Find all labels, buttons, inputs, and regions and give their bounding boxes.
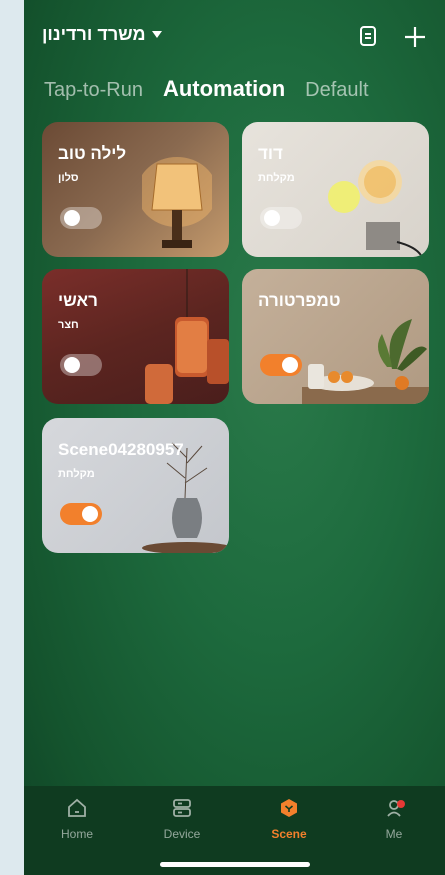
pendant-lamps-image — [145, 269, 229, 404]
tab-tap-to-run[interactable]: Tap-to-Run — [44, 79, 143, 102]
scene-room: סלון — [58, 172, 79, 184]
home-indicator — [160, 862, 310, 867]
scene-toggle[interactable] — [60, 207, 102, 229]
notification-dot — [397, 800, 405, 808]
scene-room: חצר — [58, 319, 79, 331]
scene-title: Scene04280957 — [58, 440, 184, 459]
top-bar: משרד ורדינון — [24, 20, 445, 54]
document-icon[interactable] — [356, 24, 382, 50]
scene-card[interactable]: ראשי חצר — [42, 269, 229, 404]
scene-icon — [281, 799, 297, 817]
home-icon — [68, 798, 86, 817]
nav-label: Device — [163, 827, 201, 841]
scene-toggle[interactable] — [260, 354, 302, 376]
scene-toggle[interactable] — [60, 354, 102, 376]
scene-tabs: Tap-to-Run Automation Default — [44, 76, 369, 102]
toggle-knob — [82, 506, 98, 522]
tab-default[interactable]: Default — [305, 79, 368, 102]
scene-title: דוד — [258, 144, 283, 163]
scene-toggle[interactable] — [60, 503, 102, 525]
nav-home[interactable]: Home — [37, 796, 117, 841]
bulb-image — [328, 160, 422, 257]
nav-scene[interactable]: Scene — [249, 796, 329, 841]
tab-automation[interactable]: Automation — [163, 76, 285, 102]
scene-card[interactable]: Scene04280957 מקלחת — [42, 418, 229, 553]
scene-room: מקלחת — [58, 468, 95, 480]
toggle-knob — [64, 210, 80, 226]
scene-title: טמפרטורה — [258, 291, 341, 310]
scene-title: ראשי — [58, 291, 98, 310]
scene-card[interactable]: דוד מקלחת — [242, 122, 429, 257]
scene-card[interactable]: טמפרטורה — [242, 269, 429, 404]
toggle-knob — [264, 210, 280, 226]
scene-room: מקלחת — [258, 172, 295, 184]
scene-card[interactable]: לילה טוב סלון — [42, 122, 229, 257]
lamp-image — [142, 157, 212, 248]
plant-fruit-image — [302, 319, 429, 404]
nav-label: Me — [385, 827, 403, 841]
app-screen: משרד ורדינון Tap-to-Run Automation Defau… — [24, 0, 445, 875]
scene-title: לילה טוב — [58, 144, 127, 163]
bottom-nav: Home Device Scene Me — [24, 786, 445, 875]
nav-device[interactable]: Device — [142, 796, 222, 841]
device-icon — [173, 799, 191, 817]
plus-icon[interactable] — [402, 24, 428, 50]
home-name: משרד ורדינון — [42, 24, 146, 44]
scene-toggle[interactable] — [260, 207, 302, 229]
home-selector[interactable]: משרד ורדינון — [42, 24, 162, 45]
toggle-knob — [64, 357, 80, 373]
nav-label: Scene — [271, 827, 307, 841]
nav-me[interactable]: Me — [354, 796, 434, 841]
nav-label: Home — [60, 827, 93, 841]
toggle-knob — [282, 357, 298, 373]
caret-down-icon — [151, 31, 162, 38]
